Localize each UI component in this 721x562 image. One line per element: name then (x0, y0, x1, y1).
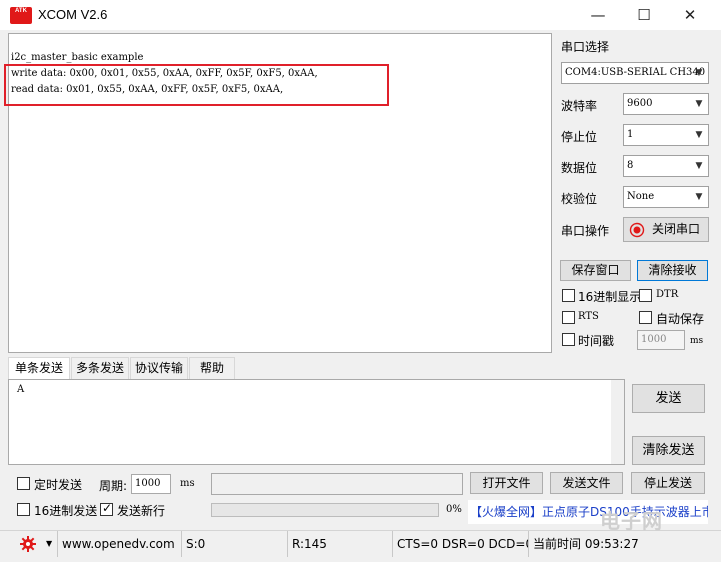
clear-send-button[interactable]: 清除发送 (632, 436, 705, 465)
send-textarea[interactable]: A (8, 379, 625, 465)
port-select[interactable]: COM4:USB-SERIAL CH340 ▼ (561, 62, 709, 84)
close-button[interactable]: ✕ (667, 0, 713, 30)
parity-value: None (627, 191, 655, 202)
progress-percent: 0% (446, 504, 462, 515)
auto-save-checkbox[interactable] (639, 311, 652, 324)
chevron-down-icon: ▼ (695, 99, 703, 109)
baud-select-value: 9600 (627, 98, 653, 109)
chevron-down-icon: ▼ (695, 192, 703, 202)
timed-send-checkbox[interactable] (17, 477, 30, 490)
parity-select[interactable]: None ▼ (623, 186, 709, 208)
gear-icon[interactable] (20, 536, 36, 552)
timed-send-label: 定时发送 (34, 478, 83, 492)
hex-send-label: 16进制发送 (34, 504, 98, 518)
dtr-checkbox[interactable] (639, 289, 652, 302)
auto-save-label: 自动保存 (656, 312, 705, 326)
port-status-icon (629, 222, 645, 238)
newline-send-label: 发送新行 (117, 504, 166, 518)
timestamp-interval-input[interactable]: 1000 (637, 330, 685, 350)
data-bits-select[interactable]: 8 ▼ (623, 155, 709, 177)
tab-protocol[interactable]: 协议传输 (130, 357, 188, 379)
send-file-button[interactable]: 发送文件 (550, 472, 623, 494)
send-scrollbar[interactable] (611, 380, 624, 464)
highlight-box (4, 64, 389, 106)
period-unit: ms (180, 478, 195, 489)
window-title: XCOM V2.6 (38, 7, 108, 22)
newline-send-checkbox[interactable] (100, 501, 113, 516)
clear-receive-button[interactable]: 清除接收 (637, 260, 708, 281)
dtr-label: DTR (656, 289, 679, 300)
baud-label: 波特率 (561, 99, 598, 113)
received-count: R:145 (288, 531, 393, 557)
tab-single-send[interactable]: 单条发送 (8, 357, 70, 380)
website-link[interactable]: www.openedv.com (58, 531, 182, 557)
title-bar: ATK XCOM V2.6 — ☐ ✕ (0, 0, 721, 30)
send-progress-bar (211, 503, 439, 517)
port-op-label: 串口操作 (561, 224, 610, 238)
promo-link[interactable]: 【火爆全网】正点原子DS100手持示波器上市 (468, 500, 708, 524)
maximize-button[interactable]: ☐ (621, 0, 667, 30)
period-input[interactable]: 1000 (131, 474, 171, 494)
port-section-label: 串口选择 (561, 40, 610, 54)
parity-label: 校验位 (561, 192, 598, 206)
line-status: CTS=0 DSR=0 DCD=0 (393, 531, 529, 557)
baud-select[interactable]: 9600 ▼ (623, 93, 709, 115)
close-port-button[interactable]: 关闭串口 (623, 217, 709, 242)
chevron-down-icon: ▼ (695, 68, 703, 78)
save-window-button[interactable]: 保存窗口 (560, 260, 631, 281)
hex-send-checkbox[interactable] (17, 503, 30, 516)
rts-label: RTS (578, 311, 599, 322)
send-button[interactable]: 发送 (632, 384, 705, 413)
period-label: 周期: (99, 479, 128, 493)
timestamp-checkbox[interactable] (562, 333, 575, 346)
stop-send-button[interactable]: 停止发送 (631, 472, 705, 494)
rts-checkbox[interactable] (562, 311, 575, 324)
minimize-button[interactable]: — (575, 0, 621, 30)
logo-text: ATK (15, 8, 27, 14)
app-logo-icon: ATK (10, 7, 32, 24)
watermark: 电子网 (600, 509, 663, 533)
open-file-button[interactable]: 打开文件 (470, 472, 543, 494)
close-port-label: 关闭串口 (651, 222, 700, 236)
port-select-value: COM4:USB-SERIAL CH340 (565, 67, 706, 78)
hex-display-label: 16进制显示 (578, 290, 642, 304)
settings-cell[interactable]: ▼ (0, 531, 58, 557)
tab-multi-send[interactable]: 多条发送 (71, 357, 129, 379)
sent-count: S:0 (182, 531, 288, 557)
tab-help[interactable]: 帮助 (189, 357, 235, 379)
chevron-down-icon: ▼ (695, 130, 703, 140)
data-bits-value: 8 (627, 160, 634, 171)
current-time: 当前时间 09:53:27 (533, 537, 639, 551)
timestamp-label: 时间戳 (578, 334, 615, 348)
data-bits-label: 数据位 (561, 161, 598, 175)
timestamp-unit: ms (690, 336, 704, 346)
chevron-down-icon: ▼ (695, 161, 703, 171)
stop-bits-value: 1 (627, 129, 634, 140)
hex-display-checkbox[interactable] (562, 289, 575, 302)
stop-bits-label: 停止位 (561, 130, 598, 144)
caret-down-icon[interactable]: ▼ (46, 531, 52, 557)
stop-bits-select[interactable]: 1 ▼ (623, 124, 709, 146)
file-path-field[interactable] (211, 473, 463, 495)
